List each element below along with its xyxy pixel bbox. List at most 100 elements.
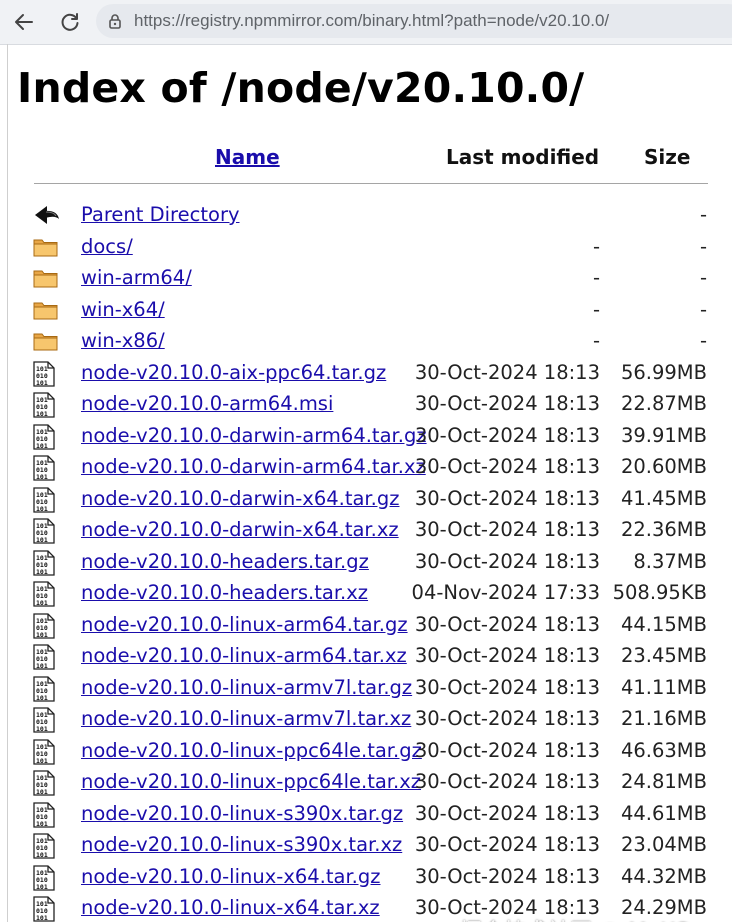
file-row: 101 010 101 node-v20.10.0-arm64.msi 30-Oct-2… [8, 392, 732, 423]
binary-file-icon: 101 010 101 [33, 864, 57, 891]
address-bar[interactable]: https://registry.npmmirror.com/binary.ht… [96, 4, 732, 38]
reload-button[interactable] [56, 8, 84, 36]
file-size: 44.32MB [620, 864, 707, 888]
url-text[interactable]: https://registry.npmmirror.com/binary.ht… [134, 11, 609, 31]
file-link[interactable]: node-v20.10.0-linux-armv7l.tar.xz [81, 707, 411, 730]
watermark: 掘金技术社区 @ MoXC [460, 914, 689, 922]
file-size: 46.63MB [620, 738, 707, 762]
binary-file-icon: 101 010 101 [33, 518, 57, 544]
file-size: 23.04MB [620, 833, 707, 856]
file-link[interactable]: Parent Directory [81, 203, 240, 226]
svg-text:101: 101 [36, 725, 48, 733]
last-modified: 30-Oct-2024 18:13 [414, 360, 600, 384]
folder-icon [33, 298, 58, 322]
last-modified: 30-Oct-2024 18:13 [414, 770, 600, 793]
file-link[interactable]: node-v20.10.0-aix-ppc64.tar.gz [81, 361, 386, 384]
svg-text:101: 101 [36, 788, 48, 796]
last-modified: - [592, 266, 600, 289]
file-row: win-x64/ - - [8, 298, 732, 329]
binary-file-icon: 101 010 101 [33, 549, 57, 576]
file-link[interactable]: win-x64/ [81, 298, 165, 321]
file-link[interactable]: win-x86/ [81, 329, 165, 352]
svg-text:101: 101 [36, 914, 48, 922]
file-link[interactable]: node-v20.10.0-darwin-arm64.tar.xz [81, 455, 426, 478]
page-title: Index of /node/v20.10.0/ [17, 64, 585, 112]
page-viewport: Index of /node/v20.10.0/ Name Last modif… [0, 44, 732, 922]
file-row: Parent Directory - [8, 203, 732, 234]
svg-text:101: 101 [36, 473, 48, 481]
file-size: - [699, 297, 707, 321]
last-modified: 30-Oct-2024 18:13 [414, 644, 600, 667]
file-link[interactable]: node-v20.10.0-darwin-arm64.tar.gz [81, 424, 427, 447]
file-link[interactable]: docs/ [81, 235, 133, 258]
file-row: 101 010 101 node-v20.10.0-headers.tar.gz 30-… [8, 550, 732, 581]
file-link[interactable]: node-v20.10.0-linux-ppc64le.tar.xz [81, 770, 421, 793]
binary-file-icon: 101 010 101 [33, 612, 57, 639]
file-size: 24.81MB [620, 770, 707, 793]
file-link[interactable]: node-v20.10.0-linux-x64.tar.xz [81, 896, 380, 919]
file-size: 44.15MB [620, 612, 707, 636]
back-button[interactable] [10, 8, 38, 36]
file-row: 101 010 101 node-v20.10.0-linux-arm64.tar.x… [8, 644, 732, 675]
file-link[interactable]: node-v20.10.0-linux-s390x.tar.xz [81, 833, 402, 856]
file-size: 20.60MB [620, 455, 707, 478]
file-link[interactable]: node-v20.10.0-linux-arm64.tar.xz [81, 644, 407, 667]
file-size: 41.45MB [620, 486, 707, 510]
file-row: 101 010 101 node-v20.10.0-aix-ppc64.tar.gz 3… [8, 361, 732, 392]
column-header-name[interactable]: Name [215, 145, 280, 169]
last-modified: 30-Oct-2024 18:13 [414, 612, 600, 636]
binary-file-icon: 101 010 101 [33, 675, 57, 702]
last-modified: 30-Oct-2024 18:13 [414, 738, 600, 762]
binary-file-icon: 101 010 101 [33, 486, 57, 513]
svg-text:101: 101 [36, 694, 48, 702]
file-link[interactable]: node-v20.10.0-linux-s390x.tar.gz [81, 802, 403, 825]
file-link[interactable]: node-v20.10.0-darwin-x64.tar.xz [81, 518, 399, 541]
svg-text:101: 101 [36, 851, 48, 859]
file-row: 101 010 101 node-v20.10.0-linux-ppc64le.tar… [8, 739, 732, 770]
column-header-size: Size [644, 145, 691, 169]
file-link[interactable]: node-v20.10.0-linux-arm64.tar.gz [81, 613, 408, 636]
file-size: 508.95KB [612, 581, 707, 604]
site-info-icon[interactable] [106, 12, 124, 34]
header-divider [34, 183, 708, 184]
file-row: win-arm64/ - - [8, 266, 732, 297]
folder-icon [33, 235, 58, 259]
last-modified: 30-Oct-2024 18:13 [414, 864, 600, 888]
svg-text:101: 101 [36, 442, 48, 450]
binary-file-icon: 101 010 101 [33, 455, 57, 481]
svg-text:101: 101 [36, 379, 48, 387]
last-modified: 30-Oct-2024 18:13 [414, 801, 600, 825]
file-link[interactable]: node-v20.10.0-linux-armv7l.tar.gz [81, 676, 412, 699]
file-row: 101 010 101 node-v20.10.0-darwin-arm64.tar.… [8, 424, 732, 455]
svg-text:101: 101 [36, 820, 48, 828]
back-icon [33, 203, 59, 227]
file-link[interactable]: node-v20.10.0-headers.tar.xz [81, 581, 368, 604]
last-modified: 30-Oct-2024 18:13 [414, 518, 600, 541]
file-link[interactable]: node-v20.10.0-linux-x64.tar.gz [81, 865, 381, 888]
last-modified: - [592, 329, 600, 352]
directory-index: Index of /node/v20.10.0/ Name Last modif… [7, 44, 732, 922]
file-row: 101 010 101 node-v20.10.0-linux-x64.tar.gz 3… [8, 865, 732, 896]
binary-file-icon: 101 010 101 [33, 707, 57, 733]
svg-text:101: 101 [36, 631, 48, 639]
file-row: 101 010 101 node-v20.10.0-headers.tar.xz 04-… [8, 581, 732, 612]
file-row: 101 010 101 node-v20.10.0-darwin-arm64.tar.… [8, 455, 732, 486]
file-size: - [699, 266, 707, 289]
file-row: 101 010 101 node-v20.10.0-linux-arm64.tar.g… [8, 613, 732, 644]
file-row: win-x86/ - - [8, 329, 732, 360]
folder-icon [33, 266, 58, 290]
svg-text:101: 101 [36, 410, 48, 418]
last-modified: 30-Oct-2024 18:13 [414, 675, 600, 699]
file-row: 101 010 101 node-v20.10.0-linux-armv7l.tar.… [8, 707, 732, 738]
file-link[interactable]: node-v20.10.0-linux-ppc64le.tar.gz [81, 739, 422, 762]
file-link[interactable]: node-v20.10.0-arm64.msi [81, 392, 333, 415]
binary-file-icon: 101 010 101 [33, 896, 57, 922]
file-size: 41.11MB [620, 675, 707, 699]
last-modified: - [592, 234, 600, 258]
file-link[interactable]: node-v20.10.0-darwin-x64.tar.gz [81, 487, 399, 510]
binary-file-icon: 101 010 101 [33, 644, 57, 670]
file-link[interactable]: win-arm64/ [81, 266, 192, 289]
binary-file-icon: 101 010 101 [33, 770, 57, 796]
file-link[interactable]: node-v20.10.0-headers.tar.gz [81, 550, 369, 573]
file-size: 8.37MB [633, 549, 707, 573]
